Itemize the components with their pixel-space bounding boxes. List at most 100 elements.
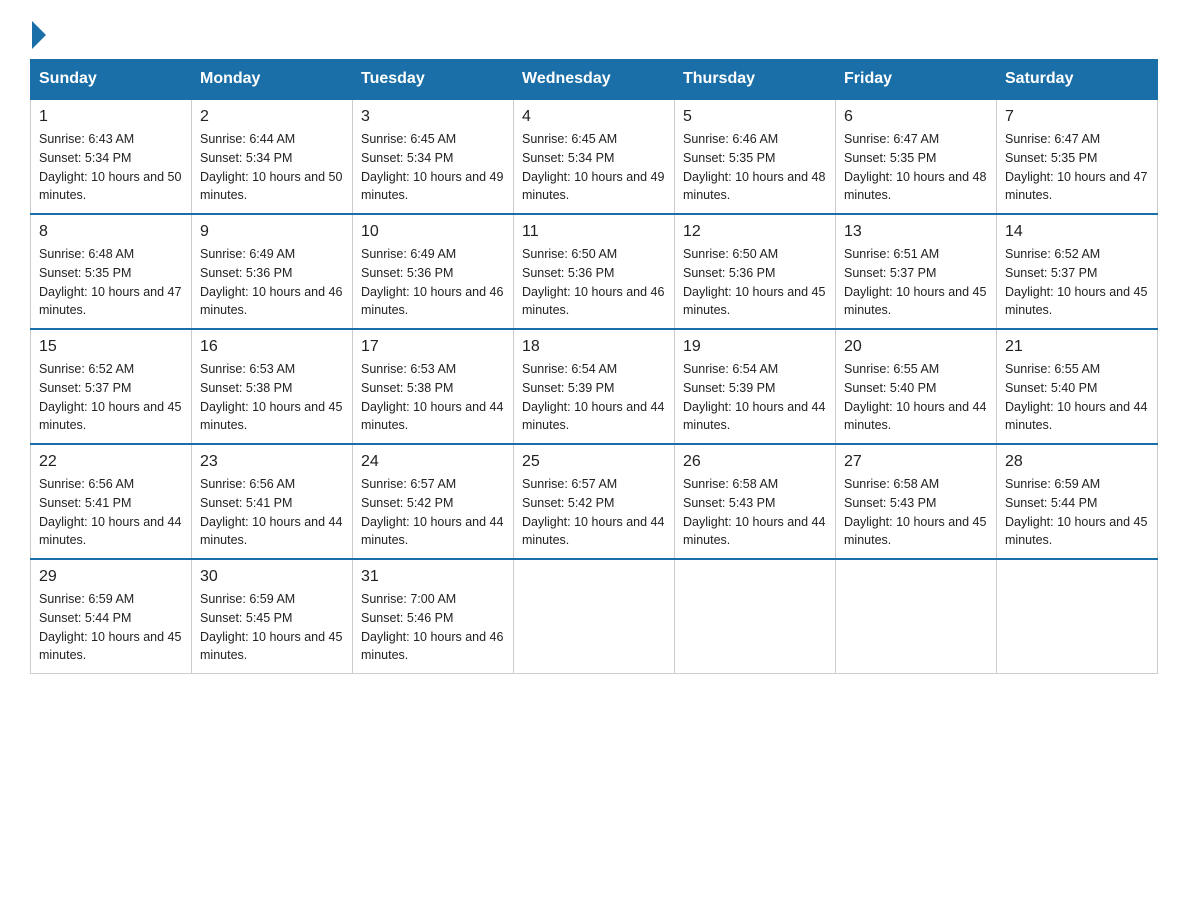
calendar-day-cell: 19 Sunrise: 6:54 AM Sunset: 5:39 PM Dayl… [675, 329, 836, 444]
day-number: 7 [1005, 108, 1149, 126]
calendar-day-cell: 15 Sunrise: 6:52 AM Sunset: 5:37 PM Dayl… [31, 329, 192, 444]
day-number: 18 [522, 338, 666, 356]
day-number: 22 [39, 453, 183, 471]
day-info: Sunrise: 6:58 AM Sunset: 5:43 PM Dayligh… [683, 475, 827, 550]
calendar-day-cell: 5 Sunrise: 6:46 AM Sunset: 5:35 PM Dayli… [675, 99, 836, 214]
day-number: 26 [683, 453, 827, 471]
day-info: Sunrise: 6:58 AM Sunset: 5:43 PM Dayligh… [844, 475, 988, 550]
calendar-day-cell: 12 Sunrise: 6:50 AM Sunset: 5:36 PM Dayl… [675, 214, 836, 329]
calendar-week-row: 29 Sunrise: 6:59 AM Sunset: 5:44 PM Dayl… [31, 559, 1158, 674]
day-number: 1 [39, 108, 183, 126]
day-info: Sunrise: 6:56 AM Sunset: 5:41 PM Dayligh… [200, 475, 344, 550]
calendar-day-cell: 23 Sunrise: 6:56 AM Sunset: 5:41 PM Dayl… [192, 444, 353, 559]
day-info: Sunrise: 6:45 AM Sunset: 5:34 PM Dayligh… [361, 130, 505, 205]
day-number: 29 [39, 568, 183, 586]
day-info: Sunrise: 6:51 AM Sunset: 5:37 PM Dayligh… [844, 245, 988, 320]
day-number: 2 [200, 108, 344, 126]
calendar-header-row: SundayMondayTuesdayWednesdayThursdayFrid… [31, 60, 1158, 100]
day-number: 20 [844, 338, 988, 356]
day-info: Sunrise: 6:46 AM Sunset: 5:35 PM Dayligh… [683, 130, 827, 205]
calendar-week-row: 15 Sunrise: 6:52 AM Sunset: 5:37 PM Dayl… [31, 329, 1158, 444]
calendar-day-cell: 24 Sunrise: 6:57 AM Sunset: 5:42 PM Dayl… [353, 444, 514, 559]
calendar-day-cell: 9 Sunrise: 6:49 AM Sunset: 5:36 PM Dayli… [192, 214, 353, 329]
calendar-day-cell: 22 Sunrise: 6:56 AM Sunset: 5:41 PM Dayl… [31, 444, 192, 559]
day-info: Sunrise: 6:57 AM Sunset: 5:42 PM Dayligh… [361, 475, 505, 550]
calendar-day-cell: 2 Sunrise: 6:44 AM Sunset: 5:34 PM Dayli… [192, 99, 353, 214]
calendar-day-cell: 31 Sunrise: 7:00 AM Sunset: 5:46 PM Dayl… [353, 559, 514, 674]
day-info: Sunrise: 6:55 AM Sunset: 5:40 PM Dayligh… [1005, 360, 1149, 435]
day-number: 21 [1005, 338, 1149, 356]
col-header-tuesday: Tuesday [353, 60, 514, 100]
calendar-day-cell: 26 Sunrise: 6:58 AM Sunset: 5:43 PM Dayl… [675, 444, 836, 559]
calendar-week-row: 1 Sunrise: 6:43 AM Sunset: 5:34 PM Dayli… [31, 99, 1158, 214]
day-number: 10 [361, 223, 505, 241]
col-header-wednesday: Wednesday [514, 60, 675, 100]
calendar-day-cell: 14 Sunrise: 6:52 AM Sunset: 5:37 PM Dayl… [997, 214, 1158, 329]
calendar-day-cell [997, 559, 1158, 674]
col-header-friday: Friday [836, 60, 997, 100]
day-info: Sunrise: 6:59 AM Sunset: 5:44 PM Dayligh… [39, 590, 183, 665]
day-number: 3 [361, 108, 505, 126]
calendar-table: SundayMondayTuesdayWednesdayThursdayFrid… [30, 59, 1158, 674]
day-info: Sunrise: 6:53 AM Sunset: 5:38 PM Dayligh… [200, 360, 344, 435]
day-info: Sunrise: 6:52 AM Sunset: 5:37 PM Dayligh… [39, 360, 183, 435]
calendar-day-cell [836, 559, 997, 674]
calendar-day-cell: 16 Sunrise: 6:53 AM Sunset: 5:38 PM Dayl… [192, 329, 353, 444]
day-number: 31 [361, 568, 505, 586]
calendar-day-cell [675, 559, 836, 674]
day-number: 30 [200, 568, 344, 586]
day-info: Sunrise: 6:52 AM Sunset: 5:37 PM Dayligh… [1005, 245, 1149, 320]
calendar-day-cell: 18 Sunrise: 6:54 AM Sunset: 5:39 PM Dayl… [514, 329, 675, 444]
calendar-day-cell: 1 Sunrise: 6:43 AM Sunset: 5:34 PM Dayli… [31, 99, 192, 214]
day-info: Sunrise: 6:55 AM Sunset: 5:40 PM Dayligh… [844, 360, 988, 435]
calendar-day-cell: 4 Sunrise: 6:45 AM Sunset: 5:34 PM Dayli… [514, 99, 675, 214]
calendar-day-cell: 21 Sunrise: 6:55 AM Sunset: 5:40 PM Dayl… [997, 329, 1158, 444]
day-info: Sunrise: 6:54 AM Sunset: 5:39 PM Dayligh… [683, 360, 827, 435]
day-number: 5 [683, 108, 827, 126]
day-info: Sunrise: 6:57 AM Sunset: 5:42 PM Dayligh… [522, 475, 666, 550]
day-number: 17 [361, 338, 505, 356]
logo-triangle-icon [32, 21, 46, 49]
day-info: Sunrise: 6:59 AM Sunset: 5:44 PM Dayligh… [1005, 475, 1149, 550]
day-number: 19 [683, 338, 827, 356]
calendar-day-cell: 6 Sunrise: 6:47 AM Sunset: 5:35 PM Dayli… [836, 99, 997, 214]
col-header-sunday: Sunday [31, 60, 192, 100]
day-info: Sunrise: 6:47 AM Sunset: 5:35 PM Dayligh… [1005, 130, 1149, 205]
day-number: 15 [39, 338, 183, 356]
day-info: Sunrise: 6:50 AM Sunset: 5:36 PM Dayligh… [683, 245, 827, 320]
day-number: 23 [200, 453, 344, 471]
calendar-day-cell: 29 Sunrise: 6:59 AM Sunset: 5:44 PM Dayl… [31, 559, 192, 674]
col-header-thursday: Thursday [675, 60, 836, 100]
day-number: 14 [1005, 223, 1149, 241]
calendar-day-cell: 25 Sunrise: 6:57 AM Sunset: 5:42 PM Dayl… [514, 444, 675, 559]
day-number: 6 [844, 108, 988, 126]
calendar-day-cell: 3 Sunrise: 6:45 AM Sunset: 5:34 PM Dayli… [353, 99, 514, 214]
day-number: 24 [361, 453, 505, 471]
day-info: Sunrise: 6:47 AM Sunset: 5:35 PM Dayligh… [844, 130, 988, 205]
day-info: Sunrise: 6:50 AM Sunset: 5:36 PM Dayligh… [522, 245, 666, 320]
day-info: Sunrise: 6:45 AM Sunset: 5:34 PM Dayligh… [522, 130, 666, 205]
calendar-day-cell [514, 559, 675, 674]
calendar-day-cell: 20 Sunrise: 6:55 AM Sunset: 5:40 PM Dayl… [836, 329, 997, 444]
calendar-week-row: 22 Sunrise: 6:56 AM Sunset: 5:41 PM Dayl… [31, 444, 1158, 559]
calendar-day-cell: 8 Sunrise: 6:48 AM Sunset: 5:35 PM Dayli… [31, 214, 192, 329]
calendar-day-cell: 11 Sunrise: 6:50 AM Sunset: 5:36 PM Dayl… [514, 214, 675, 329]
day-number: 25 [522, 453, 666, 471]
day-number: 28 [1005, 453, 1149, 471]
day-number: 11 [522, 223, 666, 241]
day-info: Sunrise: 6:56 AM Sunset: 5:41 PM Dayligh… [39, 475, 183, 550]
page-header [30, 20, 1158, 49]
calendar-day-cell: 13 Sunrise: 6:51 AM Sunset: 5:37 PM Dayl… [836, 214, 997, 329]
calendar-day-cell: 17 Sunrise: 6:53 AM Sunset: 5:38 PM Dayl… [353, 329, 514, 444]
day-info: Sunrise: 6:48 AM Sunset: 5:35 PM Dayligh… [39, 245, 183, 320]
day-info: Sunrise: 6:49 AM Sunset: 5:36 PM Dayligh… [361, 245, 505, 320]
day-info: Sunrise: 7:00 AM Sunset: 5:46 PM Dayligh… [361, 590, 505, 665]
day-info: Sunrise: 6:53 AM Sunset: 5:38 PM Dayligh… [361, 360, 505, 435]
day-number: 12 [683, 223, 827, 241]
day-info: Sunrise: 6:54 AM Sunset: 5:39 PM Dayligh… [522, 360, 666, 435]
calendar-day-cell: 30 Sunrise: 6:59 AM Sunset: 5:45 PM Dayl… [192, 559, 353, 674]
day-info: Sunrise: 6:49 AM Sunset: 5:36 PM Dayligh… [200, 245, 344, 320]
day-info: Sunrise: 6:59 AM Sunset: 5:45 PM Dayligh… [200, 590, 344, 665]
day-number: 13 [844, 223, 988, 241]
calendar-day-cell: 10 Sunrise: 6:49 AM Sunset: 5:36 PM Dayl… [353, 214, 514, 329]
